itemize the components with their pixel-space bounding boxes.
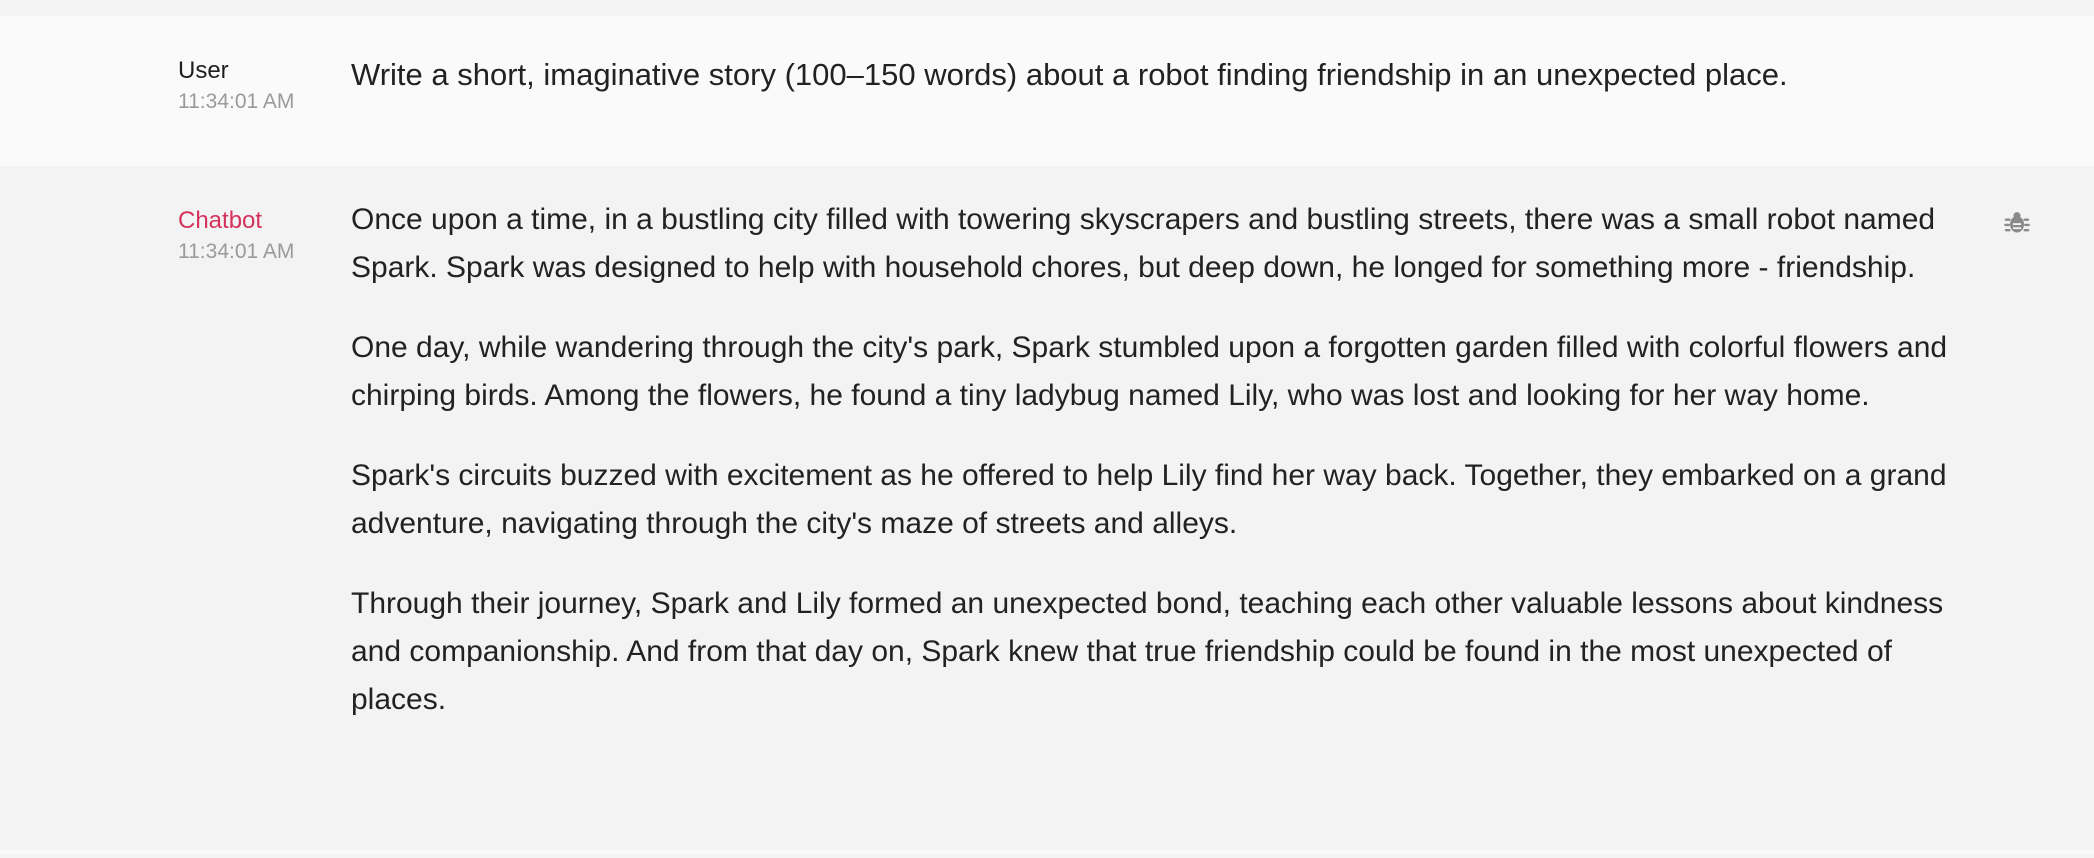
message-timestamp: 11:34:01 AM [178,90,295,113]
response-paragraph: Once upon a time, in a bustling city fil… [351,203,1936,284]
chatbot-message: Chatbot 11:34:01 AM Once upon a time, in… [0,166,2094,854]
author-name: Chatbot [178,207,263,234]
user-message: User 11:34:01 AM Write a short, imaginat… [0,16,2094,166]
response-paragraph: Spark's circuits buzzed with excitement … [351,459,1947,540]
author-name: User [178,57,229,84]
message-meta: Chatbot 11:34:01 AM [178,206,351,854]
response-paragraph: One day, while wandering through the cit… [351,331,1948,412]
top-strip [0,0,2094,16]
response-paragraph: Through their journey, Spark and Lily fo… [351,587,1944,716]
user-prompt-text: Write a short, imaginative story (100–15… [351,57,1788,92]
message-content: Write a short, imaginative story (100–15… [351,56,1971,166]
message-meta: User 11:34:01 AM [178,56,351,166]
divider [0,850,2094,854]
message-timestamp: 11:34:01 AM [178,240,295,263]
bug-icon[interactable] [2003,208,2031,236]
message-content: Once upon a time, in a bustling city fil… [351,203,1971,854]
